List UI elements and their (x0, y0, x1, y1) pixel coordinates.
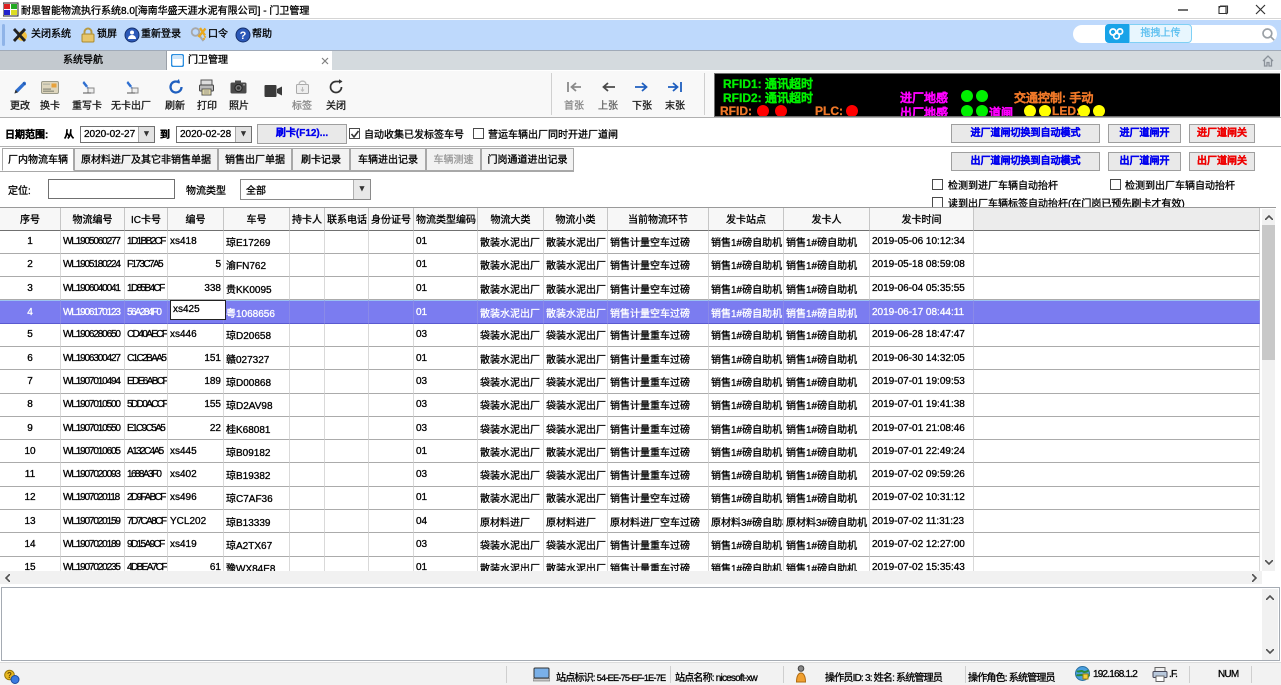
svg-text:?: ? (240, 30, 247, 42)
